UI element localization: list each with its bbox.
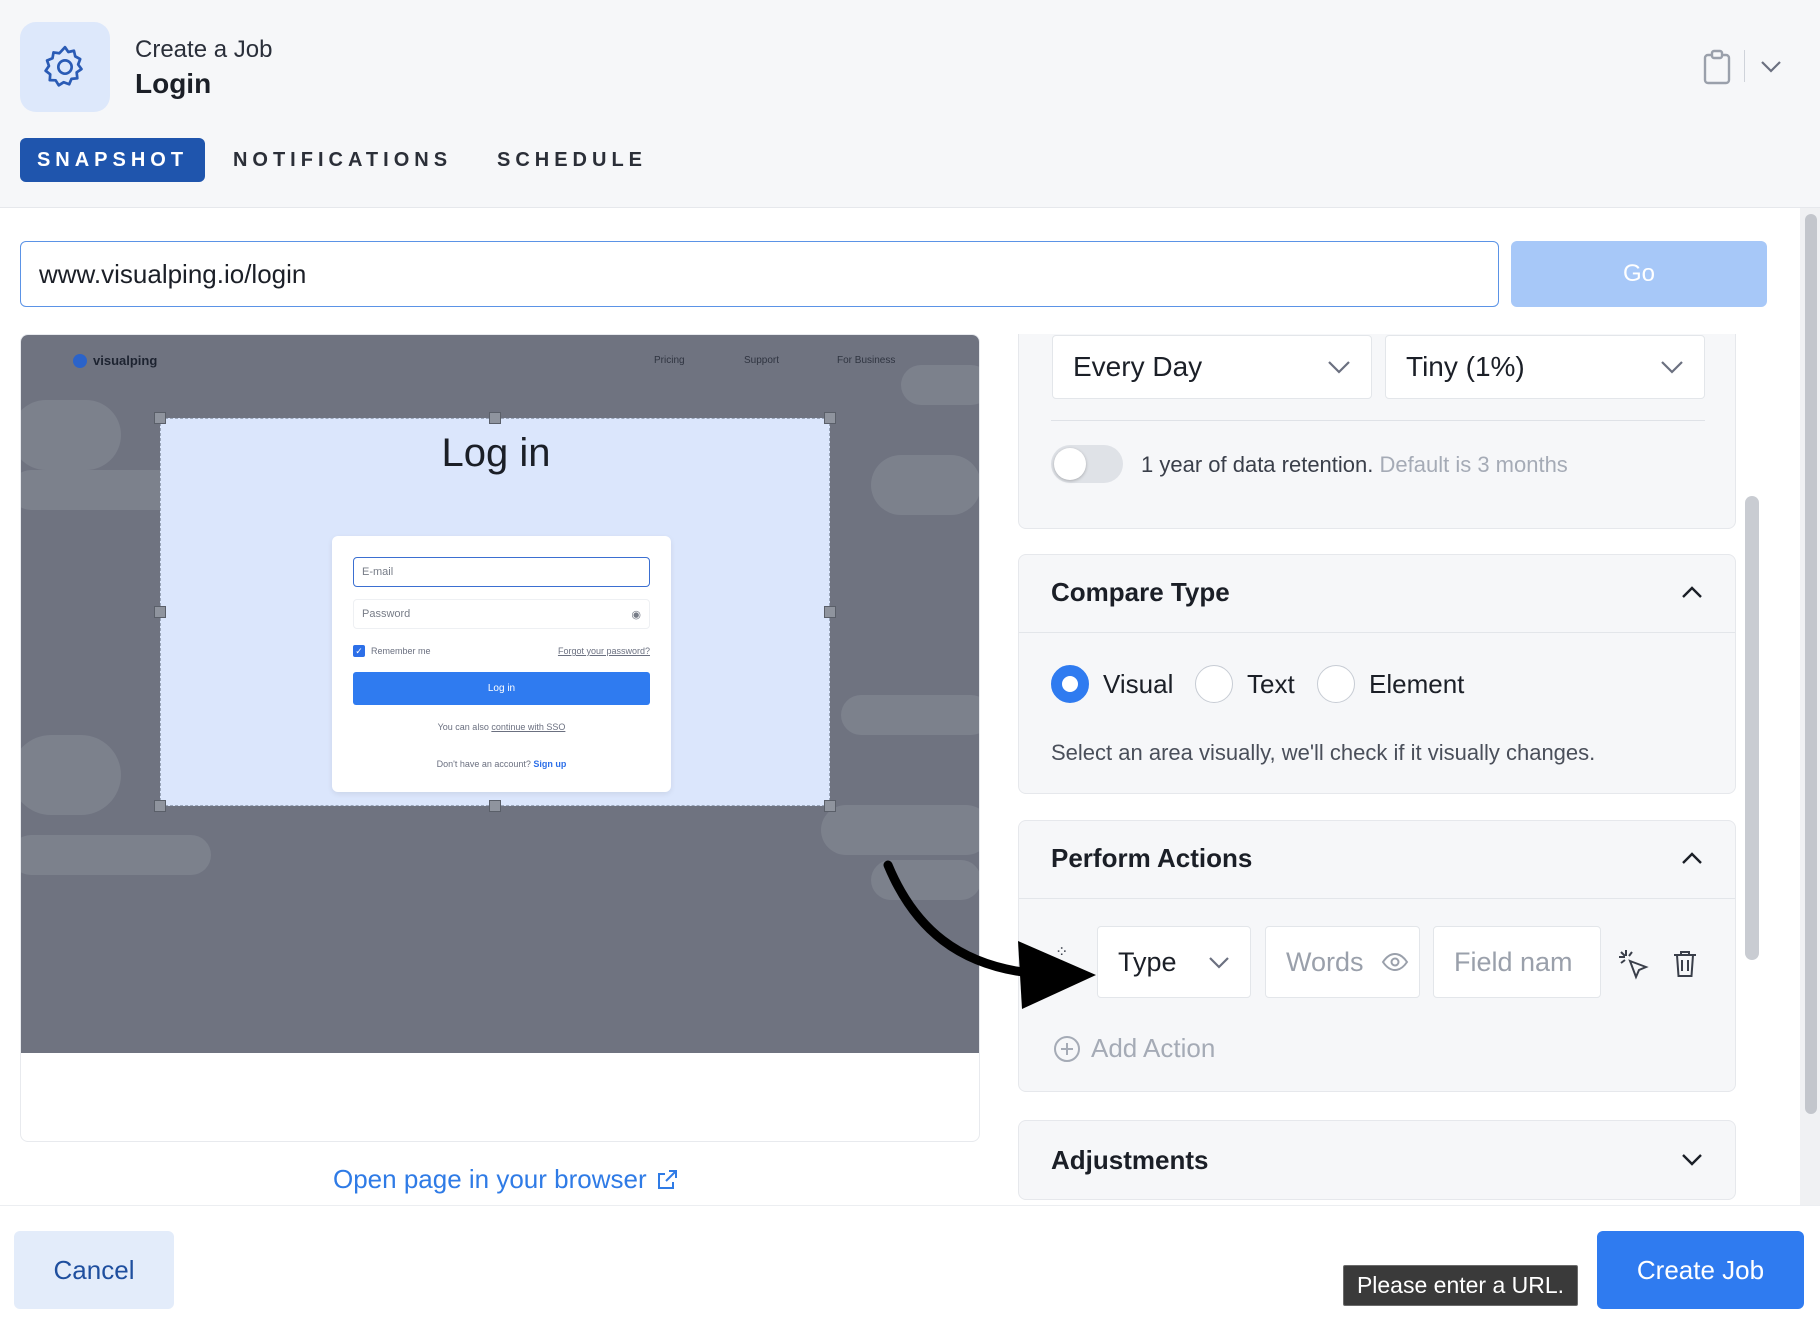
create-job-button[interactable]: Create Job <box>1597 1231 1804 1309</box>
chevron-down-icon[interactable] <box>1677 1145 1707 1175</box>
logo-icon <box>73 353 87 368</box>
cancel-button[interactable]: Cancel <box>14 1231 174 1309</box>
go-button[interactable]: Go <box>1511 241 1767 307</box>
resize-handle[interactable] <box>824 412 836 424</box>
radio-text[interactable]: Text <box>1195 665 1295 703</box>
selection-area[interactable]: Log in E-mail Password ◉ ✓ Remember me F… <box>160 418 830 806</box>
job-subtitle: Create a Job <box>135 36 273 63</box>
preview-password-field: Password ◉ <box>353 599 650 629</box>
compare-type-card: Compare Type Visual Text Element Select … <box>1018 554 1736 794</box>
chevron-up-icon[interactable] <box>1677 843 1707 873</box>
clipboard-icon[interactable] <box>1700 48 1734 86</box>
radio-empty-icon <box>1317 665 1355 703</box>
field-name-input[interactable]: Field nam <box>1433 926 1601 998</box>
radio-element[interactable]: Element <box>1317 665 1464 703</box>
trash-icon[interactable] <box>1667 946 1703 982</box>
resize-handle[interactable] <box>154 606 166 618</box>
gear-icon <box>20 22 110 112</box>
page-scrollbar[interactable] <box>1805 214 1817 1114</box>
radio-selected-icon <box>1051 665 1089 703</box>
divider <box>1019 898 1735 899</box>
divider <box>1051 420 1705 421</box>
preview-remember: ✓ Remember me <box>353 645 431 657</box>
radio-empty-icon <box>1195 665 1233 703</box>
chevron-down-icon[interactable] <box>1756 52 1786 82</box>
adjustments-title: Adjustments <box>1051 1145 1209 1175</box>
words-input[interactable]: Words <box>1265 926 1420 998</box>
schedule-card: Every Day Tiny (1%) 1 year of data reten… <box>1018 334 1736 529</box>
resize-handle[interactable] <box>824 606 836 618</box>
validation-tooltip: Please enter a URL. <box>1343 1265 1578 1306</box>
resize-handle[interactable] <box>489 800 501 812</box>
plus-circle-icon <box>1054 1035 1080 1062</box>
panel-scrollbar[interactable] <box>1745 496 1759 960</box>
header-divider <box>1744 50 1745 82</box>
add-action-button[interactable]: Add Action <box>1053 1033 1215 1064</box>
radio-visual[interactable]: Visual <box>1051 665 1173 703</box>
resize-handle[interactable] <box>154 800 166 812</box>
preview-nav-item: Support <box>744 355 780 366</box>
retention-label: 1 year of data retention. Default is 3 m… <box>1141 452 1568 477</box>
frequency-select[interactable]: Every Day <box>1052 335 1372 399</box>
tab-notifications[interactable]: NOTIFICATIONS <box>230 138 455 182</box>
resize-handle[interactable] <box>489 412 501 424</box>
url-input[interactable] <box>20 241 1499 307</box>
preview-logo: visualping <box>73 353 157 368</box>
preview-heading: Log in <box>441 431 551 475</box>
preview-card: visualping Pricing Support For Business … <box>20 334 980 1142</box>
preview-nav-item: Pricing <box>654 355 685 366</box>
drag-handle-icon[interactable]: ⁘ <box>1055 945 1069 961</box>
preview-signup: Don't have an account? Sign up <box>436 759 567 769</box>
element-picker-icon[interactable] <box>1615 946 1651 982</box>
sensitivity-select[interactable]: Tiny (1%) <box>1385 335 1705 399</box>
chevron-down-icon <box>1209 956 1229 969</box>
chevron-down-icon <box>1661 361 1683 374</box>
chevron-up-icon[interactable] <box>1677 577 1707 607</box>
eye-icon <box>1381 952 1409 972</box>
header: Create a Job Login SNAPSHOT NOTIFICATION… <box>0 0 1820 208</box>
open-in-browser-link[interactable]: Open page in your browser <box>333 1164 679 1195</box>
job-title: Login <box>135 68 212 99</box>
preview-sso: You can also continue with SSO <box>437 722 566 732</box>
checkbox-icon: ✓ <box>353 645 365 657</box>
preview-email-field: E-mail <box>353 557 650 587</box>
settings-panel: Every Day Tiny (1%) 1 year of data reten… <box>1018 334 1736 1204</box>
compare-type-title: Compare Type <box>1051 577 1230 607</box>
adjustments-card[interactable]: Adjustments <box>1018 1120 1736 1200</box>
action-type-select[interactable]: Type <box>1097 926 1251 998</box>
chevron-down-icon <box>1328 361 1350 374</box>
external-link-icon <box>657 1169 677 1189</box>
preview-login-form: E-mail Password ◉ ✓ Remember me Forgot y… <box>332 536 671 792</box>
perform-actions-title: Perform Actions <box>1051 843 1253 873</box>
retention-toggle[interactable] <box>1051 445 1123 483</box>
resize-handle[interactable] <box>824 800 836 812</box>
preview-login-button: Log in <box>353 672 650 705</box>
eye-icon: ◉ <box>631 608 641 621</box>
compare-help-text: Select an area visually, we'll check if … <box>1051 740 1596 765</box>
page-screenshot[interactable]: visualping Pricing Support For Business … <box>21 335 979 1053</box>
resize-handle[interactable] <box>154 412 166 424</box>
preview-forgot-link: Forgot your password? <box>557 646 650 656</box>
divider <box>1019 632 1735 633</box>
preview-nav-item: For Business <box>837 355 896 366</box>
tab-schedule[interactable]: SCHEDULE <box>492 138 652 182</box>
perform-actions-card: Perform Actions ⁘ Type Words Field nam A… <box>1018 820 1736 1092</box>
tab-snapshot[interactable]: SNAPSHOT <box>20 138 205 182</box>
